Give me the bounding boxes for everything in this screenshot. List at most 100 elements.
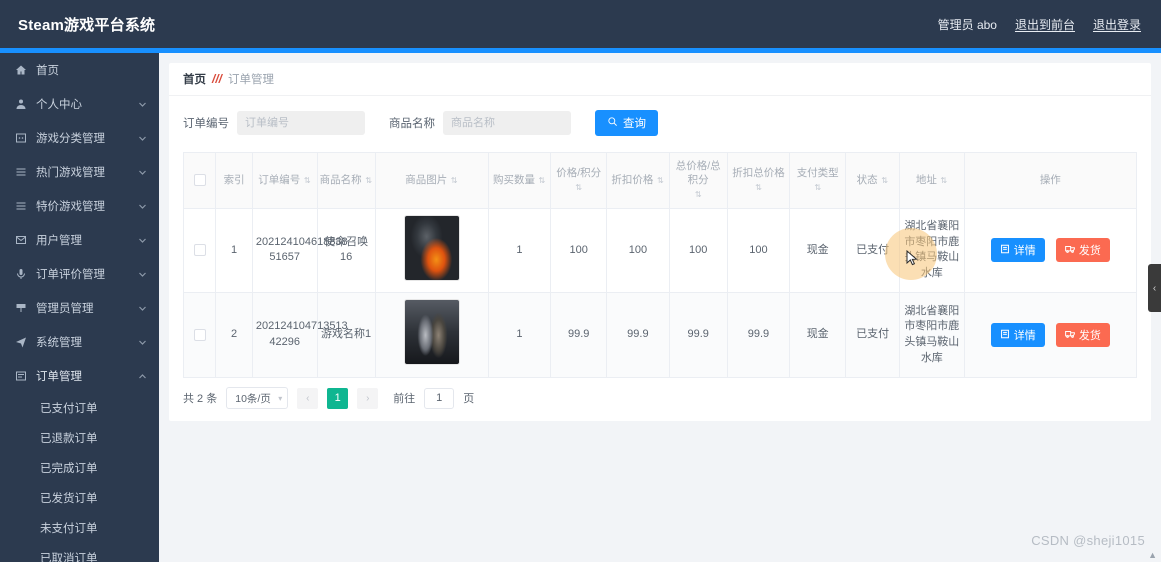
th-discount-total[interactable]: 折扣总价格 ⇅ (727, 152, 791, 209)
table-row[interactable]: 1 202124104618838 51657 使命召唤16 1 100 100… (182, 208, 1138, 294)
truck-icon (1064, 244, 1075, 257)
sidebar-item-game-category[interactable]: 游戏分类管理 (0, 121, 159, 155)
sort-icon[interactable]: ⇅ (656, 177, 664, 185)
cell-address: 湖北省襄阳市枣阳市鹿头镇马鞍山水库 (899, 292, 965, 379)
exit-to-frontend-link[interactable]: 退出到前台 (1015, 16, 1075, 33)
sort-icon[interactable]: ⇅ (814, 184, 822, 192)
chevron-down-icon (137, 303, 147, 313)
ship-button[interactable]: 发货 (1055, 323, 1110, 348)
table-row[interactable]: 2 202124104713513 42296 游戏名称1 1 99.9 99.… (182, 292, 1138, 379)
sidebar-item-admin-management[interactable]: 管理员管理 (0, 291, 159, 325)
ship-button-label: 发货 (1078, 330, 1101, 343)
product-thumbnail[interactable] (403, 299, 460, 366)
sidebar-nav: 首页 个人中心 游戏分类管理 热门游戏管理 特价游戏管理 用户管理 订单评价管理… (0, 53, 159, 562)
chevron-down-icon (137, 235, 147, 245)
sort-icon[interactable]: ⇅ (303, 177, 311, 185)
th-pay-type[interactable]: 支付类型 ⇅ (789, 152, 847, 209)
sidebar-item-personal-center[interactable]: 个人中心 (0, 87, 159, 121)
sort-icon[interactable]: ⇅ (575, 184, 583, 192)
sort-icon[interactable]: ⇅ (538, 177, 546, 185)
current-user-label: 管理员 abo (937, 17, 997, 32)
product-thumbnail[interactable] (403, 214, 460, 281)
breadcrumb-home[interactable]: 首页 (183, 71, 206, 87)
document-icon (1000, 329, 1010, 342)
detail-button[interactable]: 详情 (990, 238, 1045, 263)
th-select-all[interactable] (182, 152, 217, 209)
list-icon (14, 199, 28, 213)
sidebar-item-order-review[interactable]: 订单评价管理 (0, 257, 159, 291)
page-size-select[interactable]: 10条/页 ▾ (226, 387, 289, 410)
sidebar-item-home[interactable]: 首页 (0, 53, 159, 87)
cell-quantity: 1 (488, 208, 552, 294)
sidebar-item-user-management[interactable]: 用户管理 (0, 223, 159, 257)
app-title: Steam游戏平台系统 (18, 16, 156, 34)
th-label: 地址 (915, 174, 937, 187)
sidebar-item-special-games[interactable]: 特价游戏管理 (0, 189, 159, 223)
search-bar: 订单编号 商品名称 查询 (183, 110, 1137, 152)
breadcrumb: 首页 /// 订单管理 (169, 63, 1151, 95)
th-label: 支付类型 (796, 167, 839, 180)
sort-icon[interactable]: ⇅ (694, 191, 702, 199)
sidebar-label: 特价游戏管理 (36, 201, 105, 213)
sidebar-label: 订单管理 (36, 371, 82, 383)
cell-discount-total: 100 (727, 208, 791, 294)
sort-icon[interactable]: ⇅ (940, 177, 948, 185)
sidebar-subitem-paid-orders[interactable]: 已支付订单 (0, 393, 159, 423)
page-number-1[interactable]: 1 (327, 387, 349, 409)
row-checkbox[interactable] (193, 243, 206, 256)
th-product-image[interactable]: 商品图片 ⇅ (375, 152, 489, 209)
th-discount-price[interactable]: 折扣价格 ⇅ (606, 152, 670, 209)
cell-select[interactable] (182, 292, 217, 379)
ship-button[interactable]: 发货 (1055, 238, 1110, 263)
list-icon (14, 165, 28, 179)
sort-icon[interactable]: ⇅ (754, 184, 762, 192)
sidebar-subitem-refunded-orders[interactable]: 已退款订单 (0, 423, 159, 453)
select-all-checkbox[interactable] (193, 174, 206, 187)
jump-page-input[interactable] (424, 387, 455, 409)
cell-pay-type: 现金 (789, 292, 847, 379)
flag-icon (14, 301, 28, 315)
chevron-down-icon (137, 99, 147, 109)
cell-product-name: 游戏名称1 (317, 292, 376, 379)
panel-collapse-handle[interactable]: ‹ (1148, 264, 1161, 312)
sort-icon[interactable]: ⇅ (881, 177, 889, 185)
product-name-input[interactable] (443, 111, 571, 135)
chevron-down-icon (137, 167, 147, 177)
sidebar-label: 热门游戏管理 (36, 167, 105, 179)
row-checkbox[interactable] (193, 328, 206, 341)
cell-quantity: 1 (488, 292, 552, 379)
sidebar-subitem-completed-orders[interactable]: 已完成订单 (0, 453, 159, 483)
th-label: 状态 (856, 174, 878, 187)
sidebar-item-order-management[interactable]: 订单管理 (0, 359, 159, 393)
th-total-price[interactable]: 总价格/总积分 ⇅ (669, 152, 728, 209)
sidebar-label: 用户管理 (36, 235, 82, 247)
th-product-name[interactable]: 商品名称 ⇅ (317, 152, 376, 209)
th-quantity[interactable]: 购买数量 ⇅ (488, 152, 552, 209)
sort-icon[interactable]: ⇅ (365, 177, 373, 185)
search-button[interactable]: 查询 (595, 110, 658, 136)
page-size-value: 10条/页 (235, 392, 271, 405)
sidebar-item-system-management[interactable]: 系统管理 (0, 325, 159, 359)
th-price[interactable]: 价格/积分 ⇅ (550, 152, 608, 209)
sort-icon[interactable]: ⇅ (450, 177, 458, 185)
prev-page-button[interactable]: ‹ (297, 387, 319, 409)
th-label: 操作 (1039, 174, 1061, 187)
table-header-row: 索引 订单编号 ⇅ 商品名称 ⇅ 商品图片 ⇅ 购买数量 ⇅ 价格/积分 ⇅ 折… (182, 152, 1138, 209)
next-page-button[interactable]: › (357, 387, 379, 409)
document-icon (1000, 244, 1010, 257)
sidebar-subitem-shipped-orders[interactable]: 已发货订单 (0, 483, 159, 513)
th-address[interactable]: 地址 ⇅ (899, 152, 965, 209)
search-panel: 订单编号 商品名称 查询 (169, 95, 1151, 152)
order-no-input[interactable] (237, 111, 365, 135)
th-order-no[interactable]: 订单编号 ⇅ (252, 152, 318, 209)
sidebar-item-hot-games[interactable]: 热门游戏管理 (0, 155, 159, 189)
cell-actions: 详情 发货 (964, 292, 1138, 379)
th-status[interactable]: 状态 ⇅ (845, 152, 901, 209)
sidebar-subitem-unpaid-orders[interactable]: 未支付订单 (0, 513, 159, 543)
logout-link[interactable]: 退出登录 (1093, 16, 1141, 33)
sidebar-subitem-cancelled-orders[interactable]: 已取消订单 (0, 543, 159, 562)
cell-product-name: 使命召唤16 (317, 208, 376, 294)
app-root: Steam游戏平台系统 管理员 abo 退出到前台 退出登录 首页 个人中心 游… (0, 0, 1161, 562)
cell-select[interactable] (182, 208, 217, 294)
detail-button[interactable]: 详情 (990, 323, 1045, 348)
